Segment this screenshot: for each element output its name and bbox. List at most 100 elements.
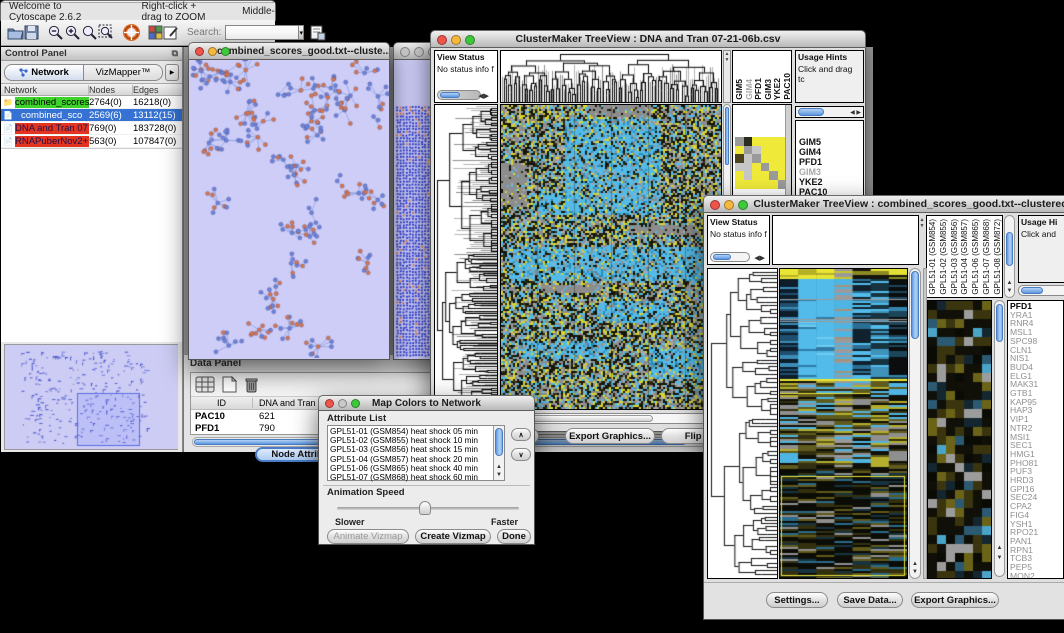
tv2-genes-vscroll-thumb[interactable] [996,304,1003,342]
matrix-cell[interactable] [769,163,778,172]
matrix-cell[interactable] [761,146,770,155]
tv2-col-label[interactable]: GPL51-08 (GSM872) [993,219,1003,295]
tab-vizmapper[interactable]: VizMapper™ [84,64,163,81]
network-row[interactable]: 📁 combined_scores 2764(0) 16218(0) [1,96,182,109]
matrix-cell[interactable] [761,154,770,163]
create-vizmap-button[interactable]: Create Vizmap [415,529,491,544]
scroll-down-icon[interactable]: ▼ [910,569,920,576]
matrix-cell[interactable] [761,180,770,189]
matrix-cell[interactable] [735,154,744,163]
move-down-button[interactable]: ∨ [511,448,531,461]
scroll-up-icon[interactable]: ▲ [995,545,1004,552]
tv1-export-graphics-button[interactable]: Export Graphics... [565,428,655,444]
scroll-up-icon[interactable]: ▲ [494,464,504,471]
birdseye-view[interactable] [4,344,178,450]
close-icon[interactable] [325,399,334,408]
tv2-col-label[interactable]: GPL51-03 (GSM856) [950,219,960,295]
dialog-titlebar[interactable]: Map Colors to Network [318,395,535,411]
matrix-cell[interactable] [769,171,778,180]
scroll-up-icon[interactable]: ▲ [1005,280,1014,287]
data-col-id[interactable]: ID [191,398,253,408]
tv1-gene-item[interactable]: PFD1 [799,157,863,167]
network-row[interactable]: 📄 RNAPuberNov2+ 563(0) 107847(0) [1,135,182,148]
matrix-cell[interactable] [752,180,761,189]
animate-vizmap-button[interactable]: Animate Vizmap [327,529,409,544]
tab-more-button[interactable]: ▶ [165,64,179,81]
treeview2-titlebar[interactable]: ClusterMaker TreeView : combined_scores_… [703,195,1064,213]
search-input[interactable] [225,25,299,40]
open-file-icon[interactable] [7,23,24,42]
tv1-gene-item[interactable]: YKE2 [799,177,863,187]
matrix-cell[interactable] [752,163,761,172]
network-row[interactable]: 📄 combined_sco 2569(6) 13112(15) [1,109,182,122]
tv1-hints-hscroll-thumb[interactable] [798,108,824,116]
matrix-cell[interactable] [752,154,761,163]
close-icon[interactable] [710,200,720,210]
tv2-column-tree-area[interactable] [772,215,919,265]
help-lifesaver-icon[interactable] [123,23,140,42]
network1-titlebar[interactable]: combined_scores_good.txt--cluste... [188,42,390,60]
scroll-down-icon[interactable]: ▼ [995,555,1004,562]
tv2-heatmap[interactable] [779,268,908,579]
tv1-col-label[interactable]: PAC10 [783,73,792,100]
tv1-col-label[interactable]: PFD1 [754,78,763,100]
speed-slider-thumb[interactable] [419,501,431,515]
matrix-cell[interactable] [744,137,753,146]
matrix-cell[interactable] [752,171,761,180]
scroll-down-icon[interactable]: ▼ [1005,288,1014,295]
minimize-icon[interactable] [451,35,461,45]
scroll-up-icon[interactable]: ▲ [910,561,920,568]
minimize-icon[interactable] [338,399,347,408]
zoom-window-icon[interactable] [465,35,475,45]
matrix-cell[interactable] [769,137,778,146]
matrix-cell[interactable] [769,154,778,163]
tv2-labels-vscroll[interactable]: ▲ ▼ [1004,215,1015,298]
birdseye-canvas[interactable] [5,345,178,449]
tab-network[interactable]: Network [4,64,84,81]
matrix-cell[interactable] [744,154,753,163]
matrix-cell[interactable] [769,146,778,155]
network-row[interactable]: 📄 DNA and Tran 07 769(0) 183728(0) [1,122,182,135]
zoom-out-icon[interactable] [47,23,64,42]
attribute-list-vscroll-thumb[interactable] [495,428,503,456]
tv2-col-label[interactable]: GPL51-06 (GSM865) [971,219,981,295]
col-header-network[interactable]: Network [1,85,89,95]
minimize-icon[interactable] [414,47,424,57]
matrix-cell[interactable] [735,146,744,155]
tv2-col-zoom-strip[interactable]: ▲▼ [919,217,925,229]
zoom-window-icon[interactable] [738,200,748,210]
annotation-icon[interactable] [163,23,179,42]
col-header-nodes[interactable]: Nodes [89,85,133,95]
tv1-col-zoom-strip[interactable]: ▲▼ [723,50,731,103]
treeview1-titlebar[interactable]: ClusterMaker TreeView : DNA and Tran 07-… [430,30,866,48]
tv1-col-label[interactable]: GIM5 [735,79,744,100]
tv2-export-graphics-button[interactable]: Export Graphics... [911,592,999,608]
tv1-column-dendrogram[interactable] [500,50,722,103]
tv1-gene-item[interactable]: GIM4 [799,147,863,157]
tv2-hints-hscroll[interactable] [1018,285,1064,296]
tv1-gene-item[interactable]: GIM5 [799,137,863,147]
new-attribute-icon[interactable] [222,376,237,393]
matrix-cell[interactable] [744,163,753,172]
tv2-settings-button[interactable]: Settings... [766,592,828,608]
zoom-selected-icon[interactable] [98,23,115,42]
matrix-cell[interactable] [752,146,761,155]
tv2-status-hscroll[interactable] [710,252,750,262]
tv1-heatmap-vscroll-thumb[interactable] [725,107,729,165]
tv2-genes-vscroll[interactable]: ▲ ▼ [994,300,1005,577]
minimize-icon[interactable] [208,47,217,56]
tv1-gene-item[interactable]: GIM3 [799,167,863,177]
attribute-browser-icon[interactable] [310,23,326,42]
tv1-hints-hscroll-arrows[interactable]: ◀ ▶ [850,109,861,116]
tv1-row-dendrogram[interactable] [434,104,498,410]
close-icon[interactable] [437,35,447,45]
search-dropdown-icon[interactable]: ▾ [299,25,304,40]
close-icon[interactable] [400,47,410,57]
matrix-cell[interactable] [735,180,744,189]
matrix-cell[interactable] [761,137,770,146]
network1-canvas[interactable] [189,60,389,358]
matrix-cell[interactable] [744,146,753,155]
tv2-col-label[interactable]: GPL51-04 (GSM857) [960,219,970,295]
tv2-heatmap-vscroll-thumb[interactable] [911,271,919,339]
matrix-cell[interactable] [735,137,744,146]
